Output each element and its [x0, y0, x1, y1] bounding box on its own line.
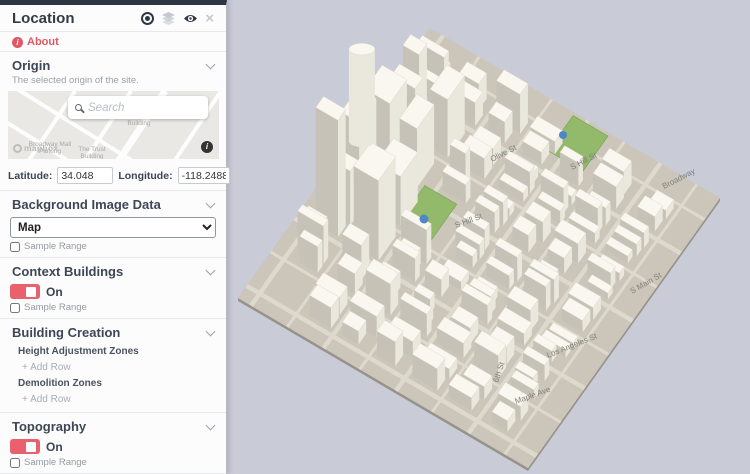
- section-topography[interactable]: Topography: [0, 413, 226, 436]
- map-search: [68, 96, 208, 119]
- origin-description: The selected origin of the site.: [0, 75, 226, 89]
- target-icon[interactable]: [141, 12, 154, 25]
- layers-icon[interactable]: [161, 12, 176, 25]
- sample-range-checkbox[interactable]: [10, 303, 20, 313]
- section-building-creation[interactable]: Building Creation: [0, 319, 226, 342]
- chevron-down-icon: [206, 265, 216, 275]
- search-icon: [75, 104, 82, 111]
- origin-minimap[interactable]: de Puerto Rico Building Broadway Mall Pa…: [8, 91, 219, 159]
- chevron-down-icon: [206, 420, 216, 430]
- section-origin[interactable]: Origin: [0, 52, 226, 75]
- location-panel: Location × i About Origin The selected o…: [0, 0, 227, 474]
- longitude-input[interactable]: [178, 167, 230, 184]
- building-creation-zones: Height Adjustment Zones + Add Row Demoli…: [18, 344, 216, 408]
- panel-title: Location: [12, 10, 75, 27]
- sample-range-checkbox[interactable]: [10, 242, 20, 252]
- chevron-down-icon: [206, 326, 216, 336]
- add-row-button[interactable]: + Add Row: [18, 359, 216, 376]
- eye-icon[interactable]: [183, 13, 198, 24]
- topography-toggle[interactable]: [10, 439, 40, 454]
- longitude-label: Longitude:: [118, 170, 172, 182]
- coordinates-row: Latitude: Longitude:: [0, 163, 226, 190]
- panel-header: Location ×: [0, 5, 226, 31]
- sample-range-row: Sample Range: [0, 239, 226, 257]
- about-link[interactable]: i About: [0, 32, 226, 51]
- map-marker-dot[interactable]: [559, 131, 567, 139]
- sample-range-row: Sample Range: [0, 300, 226, 318]
- background-image-select[interactable]: Map: [10, 217, 216, 238]
- latitude-input[interactable]: [57, 167, 113, 184]
- map-marker-dot[interactable]: [420, 215, 429, 224]
- latitude-label: Latitude:: [8, 170, 52, 182]
- info-icon: i: [12, 37, 23, 48]
- mapbox-logo: mapbox: [13, 143, 58, 153]
- section-background-image-data[interactable]: Background Image Data: [0, 191, 226, 214]
- map-info-icon[interactable]: i: [201, 141, 213, 153]
- add-row-button[interactable]: + Add Row: [18, 391, 216, 408]
- close-icon[interactable]: ×: [205, 12, 214, 25]
- mapbox-icon: [13, 144, 22, 153]
- chevron-down-icon: [206, 59, 216, 69]
- sample-range-row: Sample Range: [0, 455, 226, 473]
- section-context-buildings[interactable]: Context Buildings: [0, 258, 226, 281]
- search-input[interactable]: [88, 102, 201, 114]
- context-buildings-toggle[interactable]: [10, 284, 40, 299]
- sample-range-checkbox[interactable]: [10, 458, 20, 468]
- zone-label: Demolition Zones: [18, 376, 216, 391]
- zone-label: Height Adjustment Zones: [18, 344, 216, 359]
- chevron-down-icon: [206, 198, 216, 208]
